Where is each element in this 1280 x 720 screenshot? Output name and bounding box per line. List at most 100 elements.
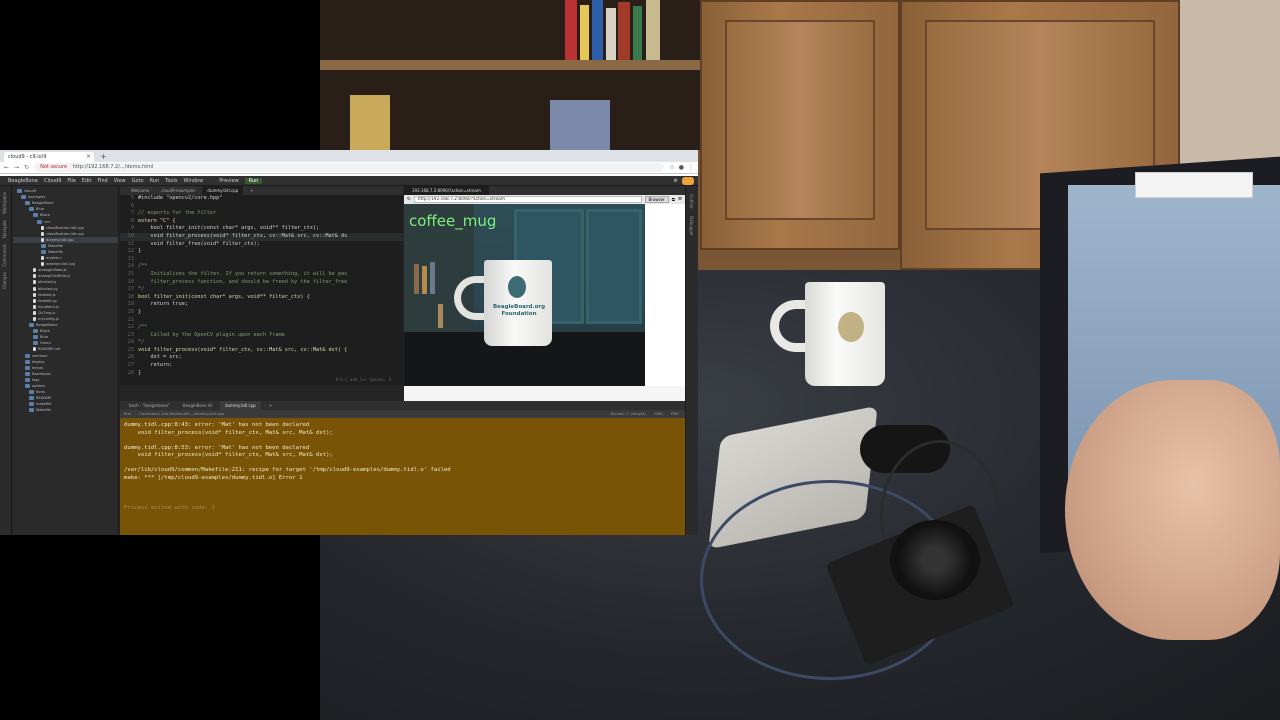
terminal-line: /var/lib/cloud9/common/Makefile:211: rec… (124, 467, 451, 473)
editor-tab[interactable]: cloud9-examples (156, 186, 200, 195)
file-tree-label: mytest.c (46, 256, 62, 261)
line-number: 14 (127, 263, 134, 270)
rail-debugger[interactable]: Debugger (689, 216, 694, 236)
forward-icon[interactable]: → (14, 164, 19, 171)
code-text: void filter_process(void* filter_ctx, cv… (138, 232, 348, 239)
file-tree-label: Green (40, 341, 51, 346)
line-number: 25 (127, 346, 134, 353)
close-icon[interactable]: × (86, 152, 91, 162)
code-line: 23 Called by the OpenCV plugin upon each… (120, 332, 403, 340)
rail-workspace[interactable]: Workspace (2, 192, 7, 214)
file-tree-label: i2cTmp.js (38, 310, 56, 315)
profile-icon[interactable]: ● (679, 164, 684, 171)
menu-item[interactable]: Goto (132, 178, 144, 184)
code-text: void filter_free(void* filter_ctx); (138, 240, 260, 247)
preview-tab[interactable]: 192.168.7.2:8090/?action=stream (404, 186, 489, 195)
line-number: 6 (130, 202, 134, 209)
line-number: 12 (127, 248, 134, 255)
code-editor[interactable]: 5 #include "opencv2/core.hpp" 6 7 // exports… (120, 195, 403, 385)
browser-tab[interactable]: cloud9 - c9.io/9 × (4, 152, 94, 162)
menu-icon[interactable]: ⋮ (688, 164, 694, 171)
line-number: 22 (127, 324, 134, 331)
popout-icon[interactable]: ⧉ (672, 197, 675, 203)
file-tree-label: dummy.tidl.cpp (46, 237, 74, 242)
code-line: 19 return true; (120, 301, 403, 309)
terminal-line: make: *** [/tmp/cloud9-examples/dummy.ti… (124, 474, 303, 481)
star-icon[interactable]: ☆ (669, 164, 674, 171)
runner-type[interactable]: Runner: C (simple) (610, 410, 645, 418)
preview-pane: 192.168.7.2:8090/?action=stream ↻ http:/… (404, 186, 685, 401)
file-tree-label: Makefile (48, 243, 63, 248)
file-tree-label: myconfig.js (38, 317, 59, 322)
browser-tab-title: cloud9 - c9.io/9 (8, 154, 47, 160)
line-number: 17 (127, 286, 134, 293)
line-number: 27 (127, 362, 134, 369)
back-icon[interactable]: ← (4, 164, 9, 171)
menu-item[interactable]: Run (150, 178, 160, 184)
board-fan (890, 520, 980, 600)
code-text: return true; (138, 301, 188, 308)
book (592, 0, 603, 60)
file-tree-label: blinkled.js (38, 280, 57, 285)
preview-url-input[interactable]: http://192.168.7.2:8090/?action=stream (413, 196, 642, 203)
code-text: #include "opencv2/core.hpp" (138, 195, 223, 201)
file-tree-item[interactable]: Makefile (13, 407, 118, 413)
new-editor-tab-button[interactable]: + (245, 186, 258, 195)
editor-tab-active[interactable]: dummy.tidl.cpp (202, 186, 244, 195)
code-text: return; (138, 362, 173, 369)
preview-browser-button[interactable]: Browser (644, 196, 669, 203)
refresh-icon[interactable]: ↻ (407, 197, 411, 202)
menu-item[interactable]: Edit (82, 178, 92, 184)
folder-icon (33, 341, 38, 346)
menu-item[interactable]: Window (183, 178, 203, 184)
terminal-tab-active[interactable]: dummy.tidl.cpp (219, 401, 261, 410)
reload-icon[interactable]: ↻ (24, 164, 29, 171)
code-line: 25 void filter_process(void* filter_ctx, … (120, 347, 403, 355)
rail-commands[interactable]: Commands (2, 244, 7, 267)
terminal-tab[interactable]: bash - "beaglebone" (124, 401, 175, 410)
menu-item[interactable]: Find (97, 178, 107, 184)
new-tab-button[interactable]: + (100, 152, 107, 162)
run-button[interactable]: Run (244, 177, 263, 184)
cloud-icon[interactable] (682, 176, 694, 185)
runner-command[interactable]: Command: /var/lib/cloud9/.../dummy.tidl.… (139, 410, 224, 418)
book (565, 0, 577, 60)
menu-item[interactable]: View (114, 178, 126, 184)
not-secure-badge[interactable]: Not secure (40, 164, 67, 170)
code-line: 13 (120, 256, 403, 264)
file-tree-label: README (36, 396, 52, 401)
book (580, 5, 589, 60)
terminal-output[interactable]: dummy.tidl.cpp:8:43: error: 'Mat' has no… (120, 418, 685, 535)
address-bar[interactable]: Not secure http://192.168.7.2/.../demo.h… (34, 163, 665, 172)
code-line: 14 /** (120, 263, 403, 271)
runner-env[interactable]: ENV (671, 410, 685, 418)
settings-icon[interactable]: ⚙ (674, 178, 678, 184)
rail-changes[interactable]: Changes (2, 272, 7, 289)
editor-tab[interactable]: Welcome (126, 186, 154, 195)
gear-icon[interactable]: ⚙ (678, 197, 682, 202)
line-number: 10 (127, 232, 134, 239)
rail-navigate[interactable]: Navigate (2, 220, 7, 238)
menu-item[interactable]: Cloud9 (44, 178, 61, 184)
file-icon (33, 268, 36, 273)
runner-run-button[interactable]: Run (124, 410, 131, 418)
stream-book (430, 262, 435, 294)
beagle-logo-icon (508, 276, 526, 298)
new-terminal-tab-button[interactable]: + (264, 401, 277, 410)
code-line: 6 (120, 203, 403, 211)
runner-cwd[interactable]: CWD (654, 410, 663, 418)
file-tree-label: Black (40, 329, 50, 334)
rail-outline[interactable]: Outline (689, 194, 694, 208)
code-text: filter_process function, and should be f… (138, 278, 348, 285)
file-tree: cloud9 examples BeagleBone Blue Black cnn clas… (13, 186, 119, 535)
stream-coffee-mug (484, 260, 552, 346)
terminal-tab[interactable]: BeagleBone AI (178, 401, 217, 410)
preview-button[interactable]: Preview (219, 178, 238, 184)
menu-item[interactable]: BeagleBone (8, 178, 38, 184)
file-icon (41, 256, 44, 261)
menu-item[interactable]: Tools (165, 178, 177, 184)
folder-icon (33, 329, 38, 334)
menu-item[interactable]: File (67, 178, 75, 184)
code-text: } (138, 308, 142, 315)
